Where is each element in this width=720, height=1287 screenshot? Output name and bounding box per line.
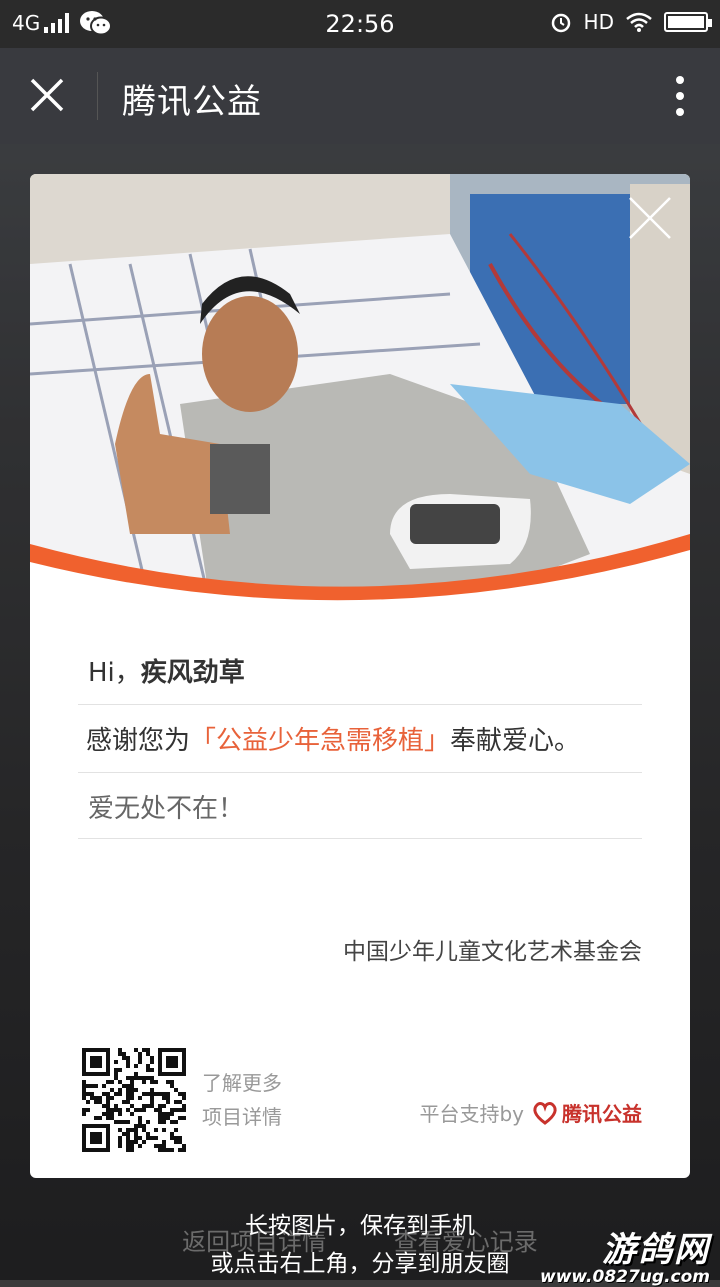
site-watermark: 游鸽网 www.0827ug.com	[540, 1222, 710, 1287]
battery-icon	[664, 12, 712, 32]
divider	[78, 838, 642, 839]
close-icon[interactable]	[28, 78, 68, 114]
wifi-icon	[626, 12, 652, 32]
brand-name: 腾讯公益	[562, 1102, 642, 1126]
qr-code[interactable]	[82, 1048, 186, 1152]
thanks-suffix: 奉献爱心。	[450, 726, 581, 756]
foundation-name: 中国少年儿童文化艺术基金会	[343, 939, 642, 965]
greeting: Hi，疾风劲草	[88, 652, 245, 689]
donation-certificate-card[interactable]: Hi，疾风劲草 感谢您为「公益少年急需移植」奉献爱心。 爱无处不在！ 中国少年儿…	[30, 174, 690, 1178]
tencent-charity-logo: 腾讯公益	[532, 1098, 642, 1127]
project-details-label: 项目详情	[202, 1105, 282, 1129]
user-name: 疾风劲草	[140, 658, 245, 688]
thanks-prefix: 感谢您为	[86, 726, 191, 756]
greeting-prefix: Hi，	[88, 658, 141, 688]
watermark-title: 游鸽网	[602, 1230, 710, 1270]
status-bar: 4G 22:56 HD	[0, 0, 720, 48]
divider	[97, 72, 98, 120]
divider	[78, 704, 642, 705]
more-menu-icon[interactable]	[676, 76, 686, 120]
heart-logo-icon	[533, 1101, 557, 1125]
thanks-message: 感谢您为「公益少年急需移植」奉献爱心。	[86, 720, 580, 757]
title-bar: 腾讯公益	[0, 48, 720, 144]
card-close-icon[interactable]	[628, 196, 672, 240]
hd-indicator: HD	[583, 10, 614, 34]
patient-photo	[30, 174, 690, 604]
divider	[78, 772, 642, 773]
learn-more-label: 了解更多	[202, 1071, 282, 1095]
page-title: 腾讯公益	[122, 82, 262, 122]
love-message: 爱无处不在！	[88, 794, 245, 824]
platform-credit: 平台支持by 腾讯公益	[419, 1098, 642, 1127]
project-name: 「公益少年急需移植」	[190, 726, 451, 756]
alarm-icon	[551, 13, 570, 33]
watermark-url: www.0827ug.com	[540, 1267, 710, 1287]
platform-support-label: 平台支持by	[419, 1102, 524, 1126]
qr-caption: 了解更多 项目详情	[202, 1066, 282, 1134]
